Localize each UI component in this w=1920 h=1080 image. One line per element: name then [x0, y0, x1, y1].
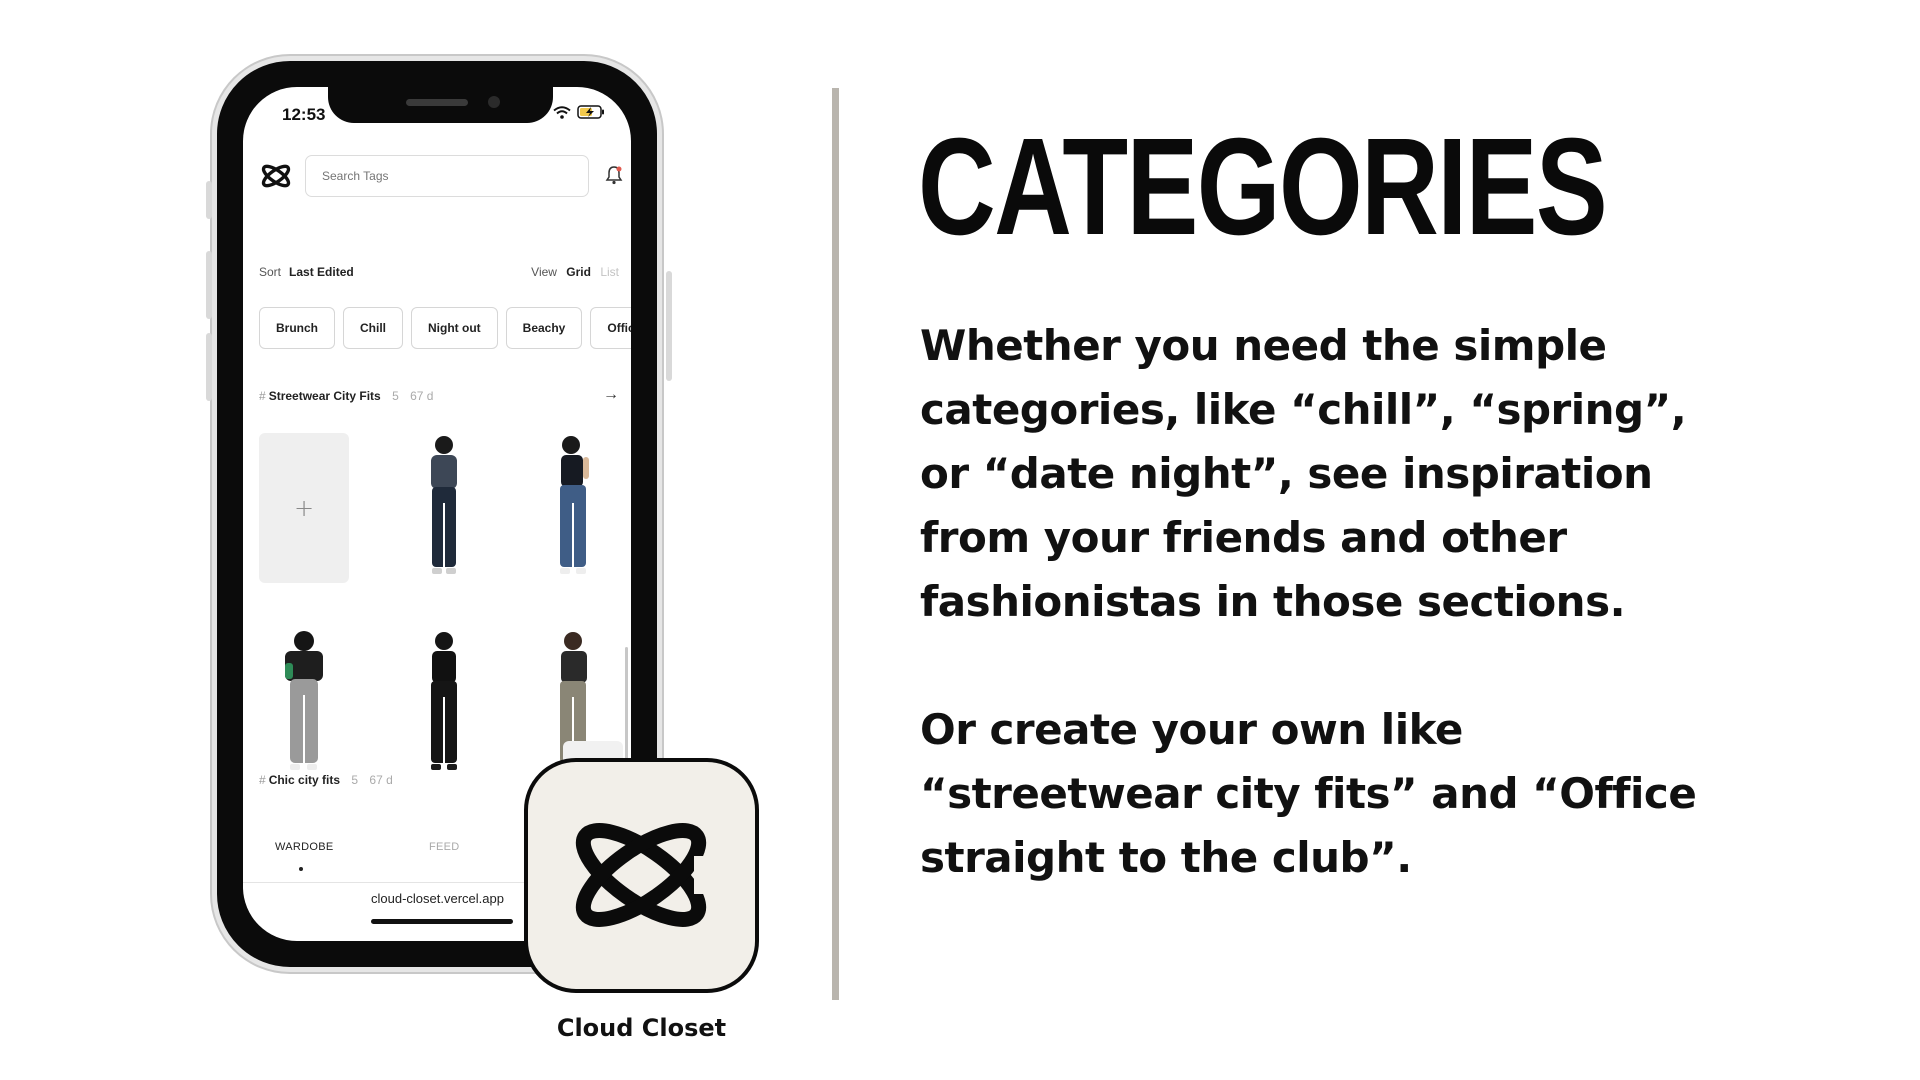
home-indicator[interactable] [371, 919, 513, 924]
view-grid-option[interactable]: Grid [566, 265, 591, 279]
nav-feed-tab[interactable]: FEED [429, 841, 460, 853]
battery-charging-icon [577, 105, 604, 119]
chip-beachy[interactable]: Beachy [505, 307, 583, 349]
hash-icon: # [259, 389, 266, 403]
nav-wardrobe-tab[interactable]: WARDOBE [275, 841, 334, 853]
speaker-grille [406, 99, 468, 106]
active-tab-indicator [299, 867, 303, 871]
chip-brunch[interactable]: Brunch [259, 307, 335, 349]
mute-switch [206, 181, 212, 219]
wifi-icon [553, 105, 571, 119]
section-count: 5 [392, 389, 399, 403]
slide-title: CATEGORIES [918, 110, 1608, 264]
search-tags-input[interactable] [305, 155, 589, 197]
chip-chill[interactable]: Chill [343, 307, 403, 349]
outfit-thumbnail[interactable] [399, 629, 489, 779]
sort-label: Sort [259, 265, 282, 279]
volume-down-button [206, 333, 212, 401]
outfit-thumbnail[interactable] [399, 433, 489, 583]
section-age: 67 d [410, 389, 434, 403]
cloud-closet-logo-icon[interactable] [259, 161, 293, 191]
app-icon [524, 758, 759, 993]
view-list-option[interactable]: List [600, 265, 619, 279]
slide-paragraph-1: Whether you need the simple categories, … [920, 321, 1687, 626]
sort-value-button[interactable]: Last Edited [289, 265, 354, 279]
hash-icon: # [259, 773, 266, 787]
view-toggle: View Grid List [525, 265, 619, 279]
notch [328, 87, 553, 123]
section-count: 5 [351, 773, 359, 787]
power-button [666, 271, 672, 381]
outfit-thumbnail[interactable] [529, 433, 619, 583]
status-time: 12:53 [282, 105, 326, 124]
section-title: Streetwear City Fits [268, 389, 381, 403]
slide-paragraph-2: Or create your own like “streetwear city… [920, 705, 1697, 882]
view-label: View [531, 265, 557, 279]
sort-view-row: Sort Last Edited View Grid List [259, 265, 619, 279]
chip-night-out[interactable]: Night out [411, 307, 498, 349]
chip-office[interactable]: Office [590, 307, 631, 349]
arrow-right-icon[interactable]: → [603, 386, 619, 404]
section-title: Chic city fits [268, 773, 341, 787]
section-age: 67 d [369, 773, 393, 787]
scrollbar[interactable] [625, 647, 628, 767]
category-chips: Brunch Chill Night out Beachy Office [259, 307, 631, 349]
vertical-divider [832, 88, 839, 1000]
add-outfit-button[interactable]: + [259, 433, 349, 583]
cloud-closet-logo-icon [575, 823, 716, 927]
status-icons [553, 105, 605, 119]
volume-up-button [206, 251, 212, 319]
bell-icon[interactable] [605, 165, 623, 185]
outfit-thumbnail[interactable] [259, 629, 349, 779]
section-header[interactable]: # Streetwear City Fits 5 67 d → [259, 386, 619, 404]
app-top-bar [243, 143, 631, 211]
front-camera [488, 96, 500, 108]
plus-icon: + [293, 494, 315, 522]
app-name-label: Cloud Closet [556, 1014, 727, 1042]
